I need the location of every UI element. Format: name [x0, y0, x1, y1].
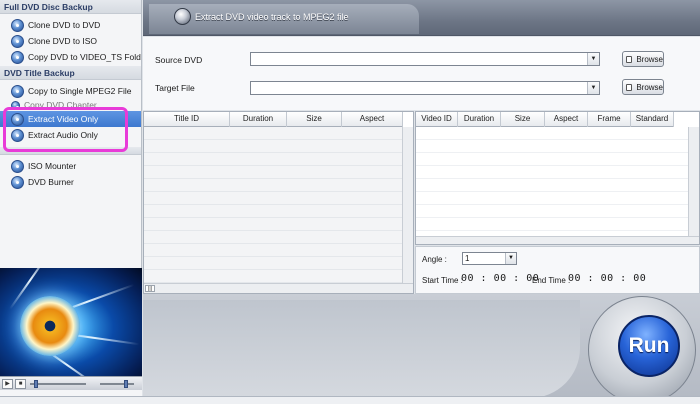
menu-label: Extract Video Only [28, 114, 99, 124]
title-table-body [144, 127, 413, 293]
section-full-dvd-disc-backup: Full DVD Disc Backup [0, 0, 141, 14]
title-table-header: Title ID Duration Size Aspect [144, 112, 403, 127]
th-standard[interactable]: Standard [631, 112, 674, 127]
menu-iso-mounter[interactable]: ISO Mounter [0, 158, 141, 174]
audio-icon [11, 128, 24, 142]
video-table-body [416, 127, 699, 244]
angle-value: 1 [465, 254, 470, 263]
source-dvd-label: Source DVD [155, 55, 203, 65]
play-icon[interactable]: ▶ [2, 378, 13, 389]
menu-label: Extract Audio Only [28, 130, 98, 140]
menu-label: DVD Burner [28, 177, 74, 187]
volume-knob[interactable] [123, 380, 128, 388]
chevron-down-icon[interactable]: ▼ [587, 53, 599, 65]
stop-icon[interactable]: ■ [15, 378, 26, 389]
page-title: Extract DVD video track to MPEG2 file [195, 12, 349, 22]
time-options: Angle : 1 ▼ Start Time : 00 : 00 : 00 En… [415, 246, 700, 294]
menu-extract-video-only[interactable]: Extract Video Only [0, 111, 141, 127]
video-icon [11, 112, 24, 126]
source-browse-button[interactable]: Browse [622, 51, 664, 67]
menu-label: Copy DVD Chapter [24, 100, 97, 110]
menu-copy-to-single-mpeg2[interactable]: Copy to Single MPEG2 File [0, 83, 141, 99]
th-size[interactable]: Size [501, 112, 545, 127]
burner-icon [11, 175, 24, 189]
row-lines [144, 127, 402, 283]
volume-track[interactable] [100, 383, 134, 385]
menu-dvd-burner[interactable]: DVD Burner [0, 174, 141, 190]
title-table-hscroll[interactable]: ||| [144, 283, 413, 293]
th-duration[interactable]: Duration [230, 112, 287, 127]
video-table-header: Video ID Duration Size Aspect Frame Stan… [416, 112, 674, 127]
player-controls: ▶ ■ [0, 376, 142, 390]
film-reel-icon [174, 8, 191, 25]
menu-extract-audio-only[interactable]: Extract Audio Only [0, 127, 141, 143]
seek-track[interactable] [30, 383, 86, 385]
folder-icon [626, 55, 633, 63]
th-title-id[interactable]: Title ID [144, 112, 230, 127]
title-table[interactable]: Title ID Duration Size Aspect ||| [143, 111, 414, 294]
iso-icon [11, 34, 24, 48]
th-video-id[interactable]: Video ID [416, 112, 458, 127]
browse-label: Browse [636, 82, 663, 92]
angle-label: Angle : [422, 255, 447, 264]
row-lines [416, 127, 688, 236]
disc-logo-icon [20, 296, 80, 356]
menu-copy-dvd-to-video-ts[interactable]: Copy DVD to VIDEO_TS Folder [0, 49, 141, 65]
start-time-label: Start Time : [422, 276, 463, 285]
target-file-label: Target File [155, 83, 195, 93]
end-time-label: End Time : [532, 276, 571, 285]
angle-select[interactable]: 1 ▼ [462, 252, 517, 265]
menu-copy-dvd-chapter[interactable]: Copy DVD Chapter [0, 99, 141, 111]
th-duration[interactable]: Duration [458, 112, 501, 127]
section-dvd-title-backup: DVD Title Backup [0, 66, 141, 80]
iso-mounter-icon [11, 159, 24, 173]
target-file-select[interactable]: ▼ [250, 81, 600, 95]
source-target-form: Source DVD ▼ Browse Target File ▼ Browse [143, 37, 700, 110]
menu-clone-dvd-to-iso[interactable]: Clone DVD to ISO [0, 33, 141, 49]
chevron-down-icon[interactable]: ▼ [587, 82, 599, 94]
start-time-value[interactable]: 00 : 00 : 00 [461, 273, 539, 284]
sidebar: Full DVD Disc Backup Clone DVD to DVD Cl… [0, 0, 142, 404]
target-browse-button[interactable]: Browse [622, 79, 664, 95]
seek-knob[interactable] [33, 380, 38, 388]
chevron-down-icon[interactable]: ▼ [505, 253, 516, 264]
video-table-vscroll[interactable] [688, 127, 699, 236]
mpeg-icon [11, 84, 24, 98]
menu-label: Clone DVD to DVD [28, 20, 101, 30]
folder-dvd-icon [11, 50, 24, 64]
dvd-icon [11, 18, 24, 32]
video-table[interactable]: Video ID Duration Size Aspect Frame Stan… [415, 111, 700, 245]
video-preview [0, 268, 142, 376]
menu-clone-dvd-to-dvd[interactable]: Clone DVD to DVD [0, 17, 141, 33]
menu-label: Copy DVD to VIDEO_TS Folder [28, 52, 141, 62]
title-table-vscroll[interactable] [402, 127, 413, 283]
video-table-hscroll[interactable] [416, 236, 699, 244]
menu-label: Copy to Single MPEG2 File [28, 86, 132, 96]
source-dvd-select[interactable]: ▼ [250, 52, 600, 66]
section-tools [0, 147, 141, 155]
browse-label: Browse [636, 54, 663, 64]
bottom-bar: Run [143, 294, 700, 404]
menu-label: ISO Mounter [28, 161, 77, 171]
end-time-value[interactable]: 00 : 00 : 00 [568, 273, 646, 284]
folder-icon [626, 83, 633, 91]
status-strip [0, 396, 700, 404]
run-button[interactable]: Run [618, 315, 680, 377]
th-frame[interactable]: Frame [588, 112, 631, 127]
menu-label: Clone DVD to ISO [28, 36, 97, 46]
bottom-panel [143, 300, 580, 398]
th-size[interactable]: Size [287, 112, 342, 127]
header: Extract DVD video track to MPEG2 file [143, 0, 700, 36]
th-aspect[interactable]: Aspect [545, 112, 588, 127]
scroll-grip-icon[interactable]: ||| [145, 285, 155, 292]
th-aspect[interactable]: Aspect [342, 112, 403, 127]
chapter-icon [11, 100, 20, 110]
